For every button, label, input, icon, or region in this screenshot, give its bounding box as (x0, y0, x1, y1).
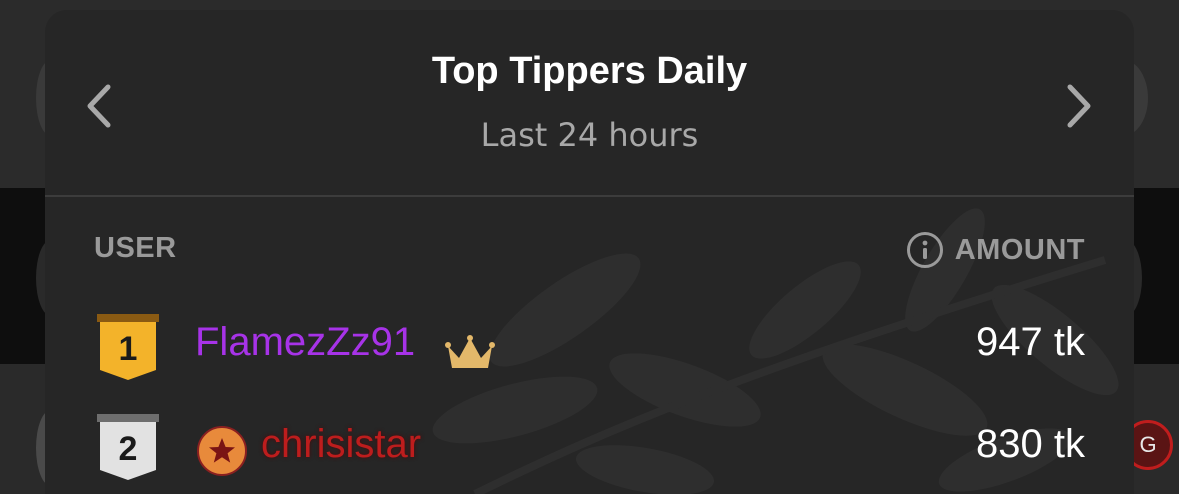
star-badge (197, 426, 247, 476)
tip-amount: 830 tk (976, 422, 1085, 466)
info-icon[interactable] (906, 232, 943, 268)
table-row: 1 FlamezZz91 947 tk (45, 308, 1134, 388)
info-glyph (922, 240, 928, 259)
star-icon (209, 438, 235, 463)
tip-amount: 947 tk (976, 320, 1085, 364)
column-header-amount-label: AMOUNT (954, 233, 1085, 266)
crown-icon (445, 335, 495, 368)
rank-number: 2 (119, 430, 138, 468)
avatar-letter: G (1139, 432, 1157, 457)
column-header-user: USER (94, 232, 177, 264)
header-divider (45, 195, 1134, 197)
column-header-amount: AMOUNT (906, 232, 1085, 268)
rank-badge-silver: 2 (93, 414, 163, 486)
top-tippers-modal: Top Tippers Daily Last 24 hours USER AMO… (45, 10, 1134, 494)
username-link[interactable]: FlamezZz91 (195, 320, 415, 365)
username-link[interactable]: chrisistar (261, 422, 421, 467)
modal-subtitle: Last 24 hours (480, 116, 699, 154)
modal-title: Top Tippers Daily (431, 50, 748, 92)
rank-number: 1 (119, 330, 138, 368)
rank-badge-gold: 1 (93, 314, 163, 386)
table-row: 2 chrisistar 830 tk (45, 408, 1134, 488)
